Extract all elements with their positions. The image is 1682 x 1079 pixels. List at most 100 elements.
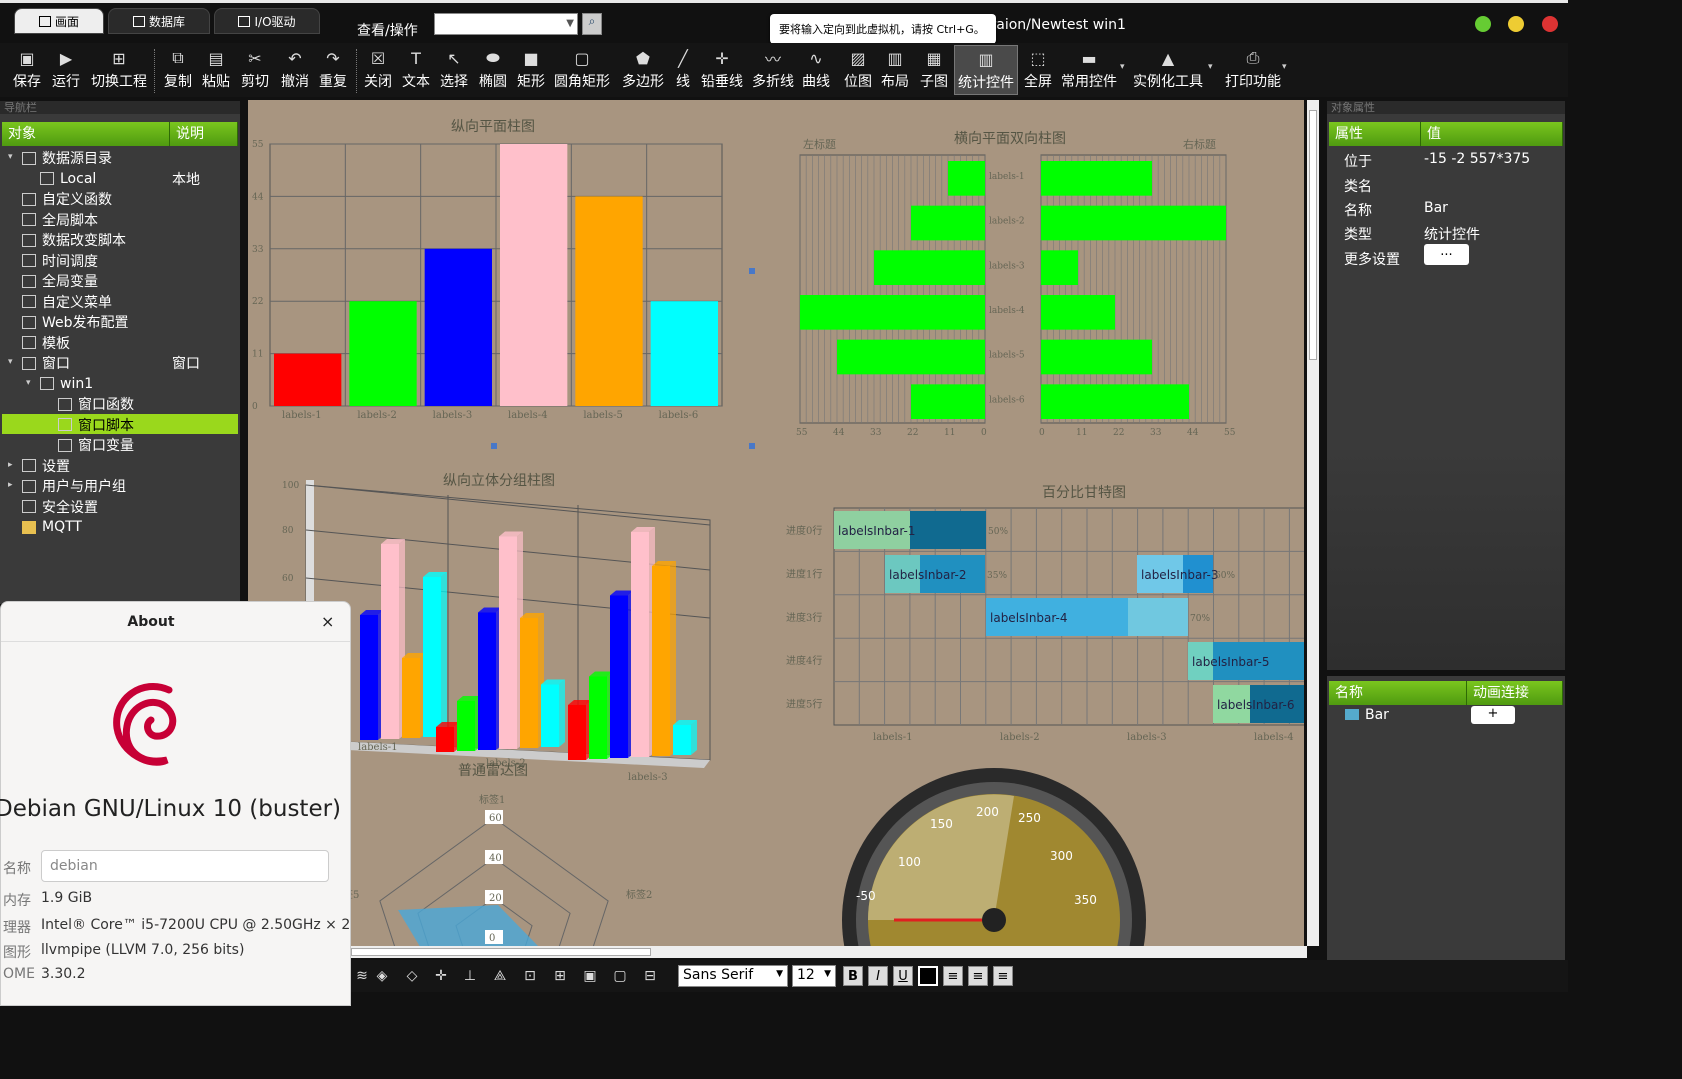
scale-icon[interactable]: ⊞ [549,966,571,986]
tree-item[interactable]: Local [40,169,96,189]
tree-item[interactable]: 数据源目录 [22,148,112,168]
col-value[interactable]: 值 [1421,122,1563,146]
add-anim-button[interactable]: + [1471,706,1515,724]
toolbar-print-button[interactable]: ⎙ 打印功能 [1222,45,1284,95]
tree-item[interactable]: 窗口函数 [58,394,134,414]
align-v-icon[interactable]: ⊥ [459,966,481,986]
close-window-button[interactable] [1542,16,1558,32]
expand-toggle-icon[interactable]: ▾ [8,357,13,367]
minimize-button[interactable] [1475,16,1491,32]
toolbar-select-button[interactable]: ↖ 选择 [438,45,470,95]
col-name[interactable]: 名称 [1329,681,1467,705]
group-icon[interactable]: ⊟ [639,966,661,986]
vertical-scrollbar[interactable] [1307,100,1319,946]
search-combo[interactable]: ▼ [434,13,578,35]
font-size-select[interactable]: 12 ▼ [792,965,836,987]
more-settings-button[interactable]: ... [1424,244,1469,265]
toolbar-rect-button[interactable]: ■ 矩形 [514,45,548,95]
search-icon[interactable]: ⌕ [582,13,602,35]
layer-down-icon[interactable]: ◇ [401,966,423,986]
anim-item-bar[interactable]: Bar [1365,707,1389,723]
expand-toggle-icon[interactable]: ▸ [8,460,13,470]
toolbar-text-button[interactable]: T 文本 [400,45,432,95]
transform-icon[interactable]: ⟁ [489,966,511,986]
toolbar-polygon-button[interactable]: ⬟ 多边形 [620,45,666,95]
prop-val-type[interactable]: 统计控件 [1424,224,1480,244]
tree-item[interactable]: 安全设置 [22,497,98,517]
toolbar-common-control-button[interactable]: ▬ 常用控件 [1060,45,1118,95]
toolbar-curve-button[interactable]: ∿ 曲线 [800,45,832,95]
italic-button[interactable]: I [868,966,888,986]
toolbar-switch-project-button[interactable]: ⊞ 切换工程 [88,45,150,95]
tree-item[interactable]: 自定义函数 [22,189,112,209]
toolbar-save-button[interactable]: ▣ 保存 [10,45,44,95]
align-h-icon[interactable]: ✛ [430,966,452,986]
toolbar-run-button[interactable]: ▶ 运行 [48,45,84,95]
toolbar-round-rect-button[interactable]: ▢ 圆角矩形 [553,45,611,95]
toolbar-vertical-line-button[interactable]: ✛ 铅垂线 [698,45,746,95]
tree-item[interactable]: 窗口变量 [58,435,134,455]
col-object[interactable]: 对象 [2,122,170,146]
layer-icon[interactable]: ≋ [351,966,373,986]
tree-item[interactable]: Web发布配置 [22,312,129,332]
toolbar-subchart-button[interactable]: ▦ 子图 [918,45,950,95]
tree-item[interactable]: 设置 [22,456,70,476]
expand-toggle-icon[interactable]: ▾ [8,152,13,162]
tab-database[interactable]: 数据库 [108,8,210,34]
toolbar-cut-button[interactable]: ✂ 剪切 [238,45,272,95]
toolbar-stat-control-button[interactable]: ▥ 统计控件 [954,45,1018,95]
tab-screen[interactable]: 画面 [14,8,104,34]
toolbar-ellipse-button[interactable]: ⬬ 椭圆 [476,45,510,95]
maximize-button[interactable] [1508,16,1524,32]
tree-item[interactable]: 窗口脚本 [58,415,134,435]
tree-item[interactable]: MQTT [22,517,82,537]
tree-item[interactable]: 全局脚本 [22,210,98,230]
tree-item[interactable]: 用户与用户组 [22,476,126,496]
col-attr[interactable]: 属性 [1329,122,1421,146]
toolbar-paste-button[interactable]: ▤ 粘贴 [200,45,232,95]
align-center-icon[interactable]: ≡ [968,966,988,986]
lock-icon[interactable]: ▣ [579,966,601,986]
view-menu[interactable]: 查看/操作 [357,20,418,40]
tab-io-driver[interactable]: I/O驱动 [214,8,320,34]
toolbar-bitmap-button[interactable]: ▨ 位图 [842,45,874,95]
underline-button[interactable]: U [893,966,913,986]
layer-up-icon[interactable]: ◈ [371,966,393,986]
toolbar-redo-button[interactable]: ↷ 重复 [316,45,350,95]
expand-toggle-icon[interactable]: ▸ [8,480,13,490]
tree-item[interactable]: win1 [40,374,93,394]
tree-item[interactable]: 模板 [22,333,70,353]
tree-item[interactable]: 时间调度 [22,251,98,271]
tree-item[interactable]: 窗口 [22,353,70,373]
close-icon[interactable]: × [321,612,334,631]
dropdown-arrow-icon[interactable]: ▾ [1282,62,1287,72]
toolbar-instance-tool-button[interactable]: ▲ 实例化工具 [1133,45,1203,95]
toolbar-close-button[interactable]: ☒ 关闭 [362,45,394,95]
hostname-field[interactable]: debian [41,850,329,882]
font-family-select[interactable]: Sans Serif ▼ [678,965,788,987]
expand-toggle-icon[interactable]: ▾ [26,378,31,388]
design-canvas[interactable]: 纵向平面柱图 0 11 22 33 44 55 labels-1 labels-2 labels-… [248,100,1304,946]
tree-item[interactable]: 全局变量 [22,271,98,291]
toolbar-polyline-button[interactable]: 〰多折线 [750,45,796,95]
prop-val-name[interactable]: Bar [1424,200,1448,216]
color-button[interactable] [918,966,938,986]
bold-button[interactable]: B [843,966,863,986]
toolbar-fullscreen-button[interactable]: ⬚ 全屏 [1022,45,1054,95]
tree-item[interactable]: 数据改变脚本 [22,230,126,250]
toolbar-line-button[interactable]: ╱ 线 [672,45,694,95]
tree-item[interactable]: 自定义菜单 [22,292,112,312]
prop-val-position[interactable]: -15 -2 557*375 [1424,151,1530,167]
align-left-icon[interactable]: ≡ [943,966,963,986]
align-right-icon[interactable]: ≡ [993,966,1013,986]
horizontal-scrollbar[interactable] [351,946,1307,958]
toolbar-undo-button[interactable]: ↶ 撤消 [278,45,312,95]
dropdown-arrow-icon[interactable]: ▾ [1208,62,1213,72]
size-icon[interactable]: ⊡ [519,966,541,986]
dropdown-arrow-icon[interactable]: ▾ [1120,62,1125,72]
toolbar-copy-button[interactable]: ⧉ 复制 [160,45,196,95]
toolbar-layout-button[interactable]: ▥ 布局 [880,45,910,95]
col-anim-link[interactable]: 动画连接 [1467,681,1563,705]
unlock-icon[interactable]: ▢ [609,966,631,986]
col-desc[interactable]: 说明 [170,122,238,146]
